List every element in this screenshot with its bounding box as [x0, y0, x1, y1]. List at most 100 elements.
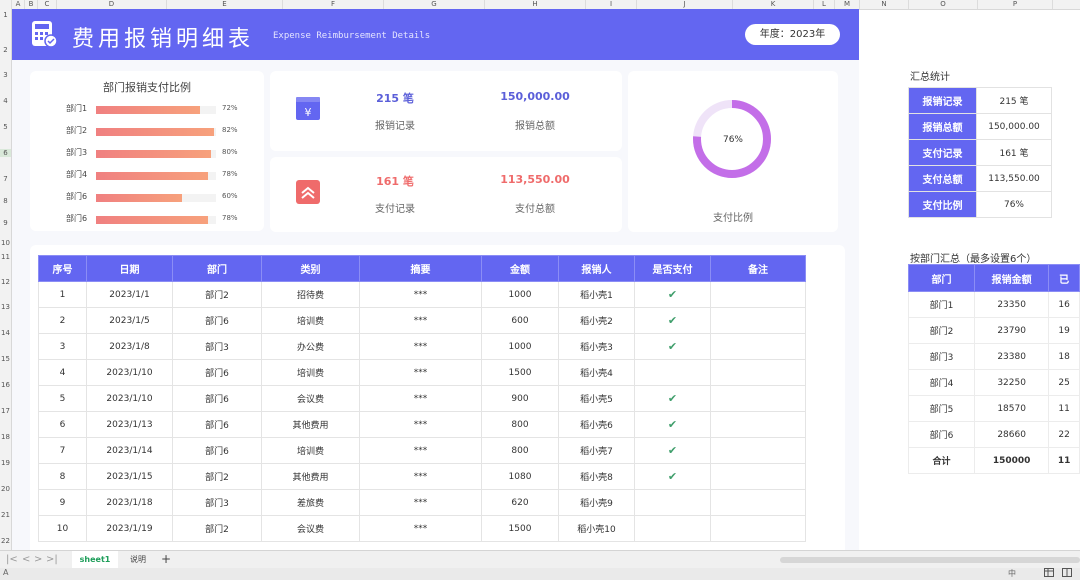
cell-paid[interactable]: ✔	[634, 281, 711, 308]
cell-amount[interactable]: 900	[481, 385, 559, 412]
dept-summary-paid[interactable]: 19	[1048, 317, 1080, 344]
col-a[interactable]: A	[12, 0, 25, 9]
cell-dept[interactable]: 部门3	[172, 489, 262, 516]
row-8[interactable]: 8	[0, 197, 11, 205]
cell-paid[interactable]: ✔	[634, 307, 711, 334]
col-i[interactable]: I	[586, 0, 637, 9]
cell-paid[interactable]: ✔	[634, 333, 711, 360]
cell-paid[interactable]: ✔	[634, 385, 711, 412]
row-20[interactable]: 20	[0, 485, 11, 493]
cell-dept[interactable]: 部门2	[172, 463, 262, 490]
cell-person[interactable]: 稻小壳5	[558, 385, 635, 412]
cell-dept[interactable]: 部门6	[172, 411, 262, 438]
cell-date[interactable]: 2023/1/1	[86, 281, 173, 308]
dept-summary-amount[interactable]: 23350	[973, 291, 1050, 318]
row-7[interactable]: 7	[0, 175, 11, 183]
cell-date[interactable]: 2023/1/10	[86, 359, 173, 386]
dept-summary-amount[interactable]: 18570	[973, 395, 1050, 422]
cell-category[interactable]: 其他费用	[261, 411, 360, 438]
row-22[interactable]: 22	[0, 537, 11, 545]
dept-header-dept[interactable]: 部门	[908, 264, 975, 292]
cell-person[interactable]: 稻小壳3	[558, 333, 635, 360]
dept-summary-paid[interactable]: 25	[1048, 369, 1080, 396]
dept-summary-dept[interactable]: 部门2	[908, 317, 975, 344]
cell-date[interactable]: 2023/1/18	[86, 489, 173, 516]
cell-no[interactable]: 7	[38, 437, 87, 464]
cell-paid[interactable]	[634, 489, 711, 516]
first-sheet-button[interactable]: |<	[6, 554, 18, 565]
cell-category[interactable]: 会议费	[261, 515, 360, 542]
header-date[interactable]: 日期	[86, 255, 173, 282]
row-17[interactable]: 17	[0, 407, 11, 415]
row-11[interactable]: 11	[0, 253, 11, 261]
cell-date[interactable]: 2023/1/5	[86, 307, 173, 334]
cell-category[interactable]: 招待费	[261, 281, 360, 308]
col-h[interactable]: H	[485, 0, 586, 9]
cell-person[interactable]: 稻小壳2	[558, 307, 635, 334]
dept-summary-dept[interactable]: 合计	[908, 447, 975, 474]
cell-amount[interactable]: 1500	[481, 359, 559, 386]
cell-amount[interactable]: 800	[481, 437, 559, 464]
cell-memo[interactable]: ***	[359, 489, 482, 516]
cell-person[interactable]: 稻小壳6	[558, 411, 635, 438]
dept-summary-dept[interactable]: 部门3	[908, 343, 975, 370]
cell-note[interactable]	[710, 411, 806, 438]
cell-no[interactable]: 9	[38, 489, 87, 516]
cell-paid[interactable]	[634, 515, 711, 542]
row-10[interactable]: 10	[0, 239, 11, 247]
row-13[interactable]: 13	[0, 303, 11, 311]
row-15[interactable]: 15	[0, 355, 11, 363]
cell-no[interactable]: 6	[38, 411, 87, 438]
cell-no[interactable]: 5	[38, 385, 87, 412]
cell-date[interactable]: 2023/1/14	[86, 437, 173, 464]
cell-paid[interactable]: ✔	[634, 463, 711, 490]
col-g[interactable]: G	[384, 0, 485, 9]
cell-person[interactable]: 稻小壳9	[558, 489, 635, 516]
cell-person[interactable]: 稻小壳10	[558, 515, 635, 542]
cell-dept[interactable]: 部门2	[172, 515, 262, 542]
col-f[interactable]: F	[283, 0, 384, 9]
summary-value[interactable]: 150,000.00	[976, 113, 1052, 140]
summary-label[interactable]: 支付总额	[908, 165, 977, 192]
cell-amount[interactable]: 1080	[481, 463, 559, 490]
year-badge[interactable]: 年度：2023年	[745, 24, 840, 45]
row-16[interactable]: 16	[0, 381, 11, 389]
col-n[interactable]: N	[860, 0, 909, 9]
cell-no[interactable]: 4	[38, 359, 87, 386]
cell-date[interactable]: 2023/1/13	[86, 411, 173, 438]
col-c[interactable]: C	[38, 0, 57, 9]
dept-header-amount[interactable]: 报销金额	[973, 264, 1050, 292]
col-p[interactable]: P	[978, 0, 1053, 9]
row-21[interactable]: 21	[0, 511, 11, 519]
cell-no[interactable]: 1	[38, 281, 87, 308]
prev-sheet-button[interactable]: <	[22, 554, 30, 565]
cell-amount[interactable]: 1500	[481, 515, 559, 542]
cell-memo[interactable]: ***	[359, 281, 482, 308]
cell-dept[interactable]: 部门6	[172, 437, 262, 464]
dept-summary-dept[interactable]: 部门4	[908, 369, 975, 396]
dept-summary-dept[interactable]: 部门5	[908, 395, 975, 422]
summary-label[interactable]: 报销总额	[908, 113, 977, 140]
dept-summary-amount[interactable]: 23380	[973, 343, 1050, 370]
dept-summary-paid[interactable]: 16	[1048, 291, 1080, 318]
cell-memo[interactable]: ***	[359, 515, 482, 542]
cell-person[interactable]: 稻小壳8	[558, 463, 635, 490]
cell-date[interactable]: 2023/1/19	[86, 515, 173, 542]
cell-memo[interactable]: ***	[359, 411, 482, 438]
tab-instructions[interactable]: 说明	[120, 551, 156, 568]
cell-amount[interactable]: 1000	[481, 281, 559, 308]
row-19[interactable]: 19	[0, 459, 11, 467]
cell-category[interactable]: 其他费用	[261, 463, 360, 490]
cell-dept[interactable]: 部门6	[172, 307, 262, 334]
cell-amount[interactable]: 600	[481, 307, 559, 334]
cell-date[interactable]: 2023/1/15	[86, 463, 173, 490]
cell-amount[interactable]: 1000	[481, 333, 559, 360]
summary-value[interactable]: 215 笔	[976, 87, 1052, 114]
add-sheet-button[interactable]: +	[158, 551, 174, 568]
cell-date[interactable]: 2023/1/8	[86, 333, 173, 360]
cell-person[interactable]: 稻小壳4	[558, 359, 635, 386]
cell-memo[interactable]: ***	[359, 333, 482, 360]
row-2[interactable]: 2	[0, 46, 11, 54]
dept-summary-paid[interactable]: 18	[1048, 343, 1080, 370]
col-d[interactable]: D	[57, 0, 167, 9]
